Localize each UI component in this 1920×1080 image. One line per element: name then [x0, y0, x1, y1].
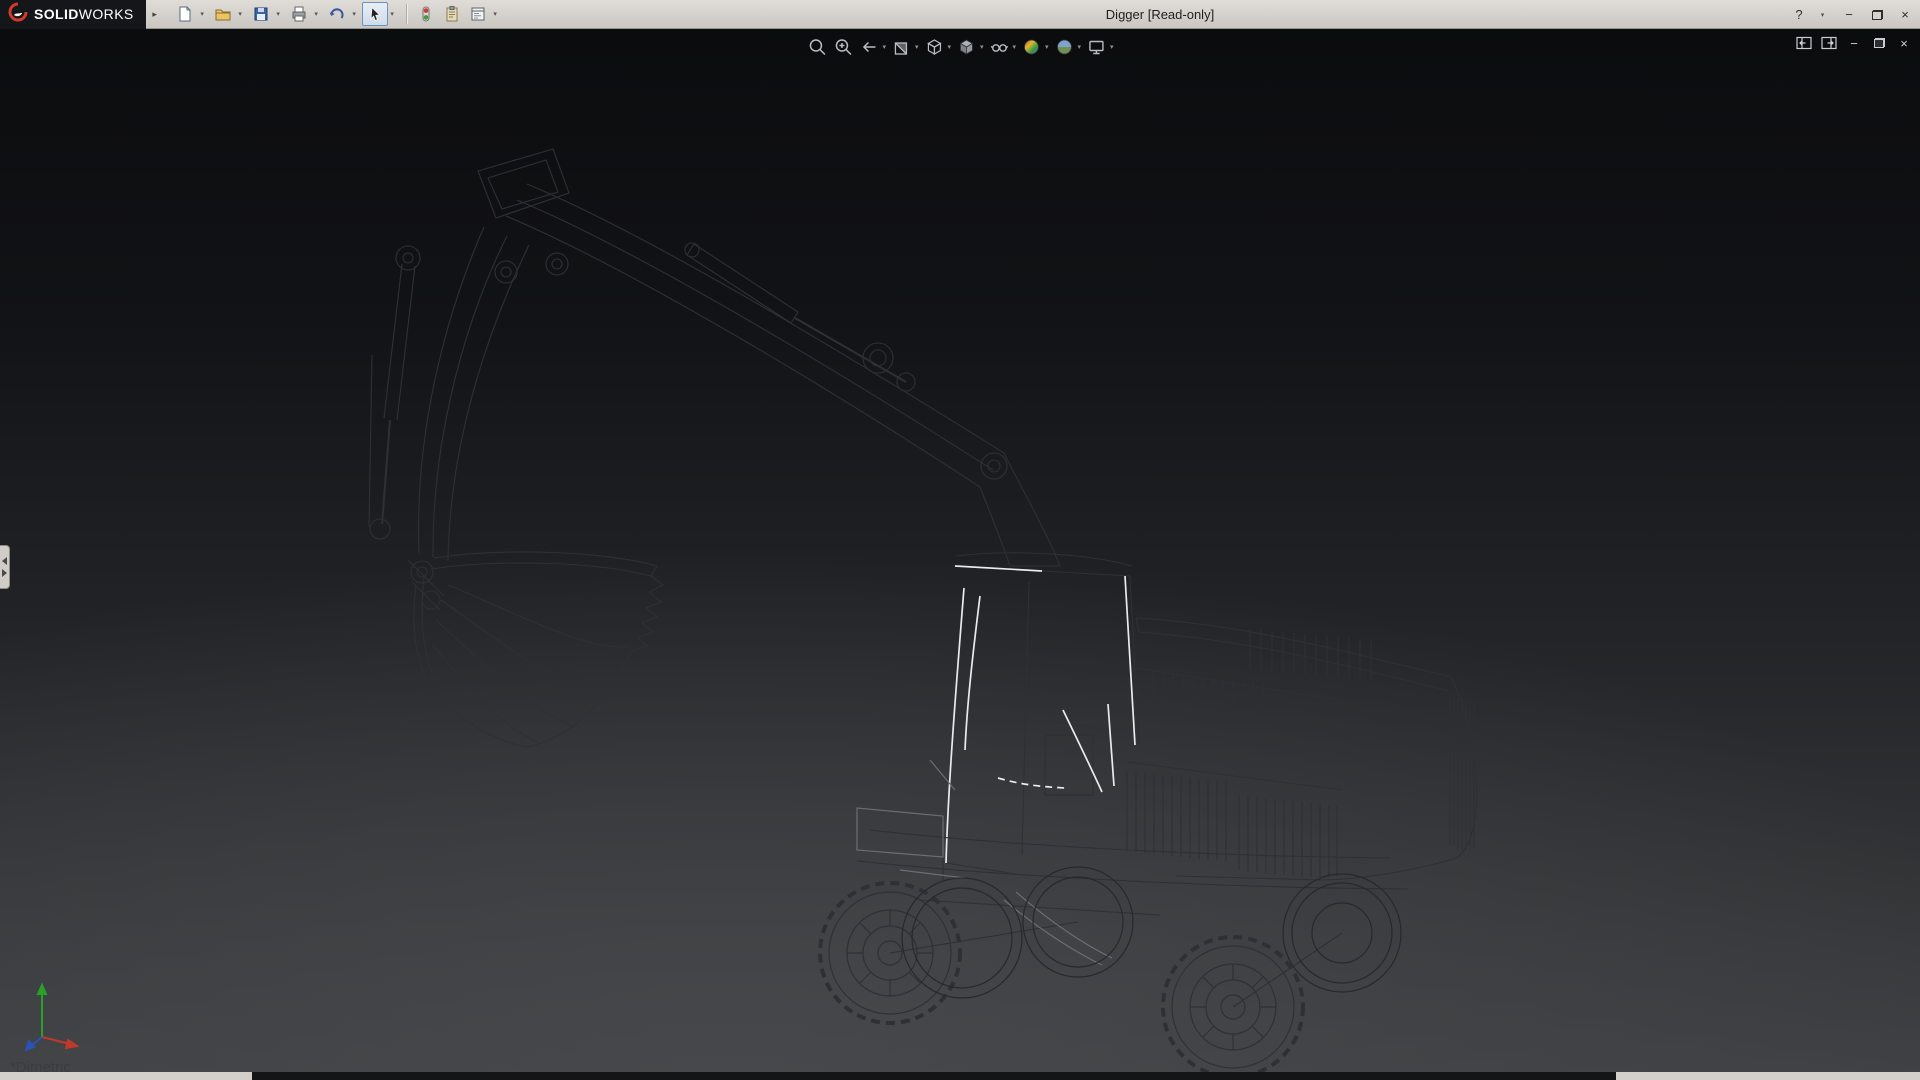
open-dropdown-caret[interactable]: ▾ — [236, 10, 245, 18]
cab — [946, 553, 1139, 874]
open-button[interactable] — [210, 2, 236, 26]
orientation-triad — [22, 979, 84, 1056]
options-dropdown-caret[interactable]: ▾ — [491, 10, 500, 18]
zoom-to-fit-icon[interactable] — [804, 34, 829, 59]
graphics-viewport[interactable]: ▾ ▾ ▾ ▾ ▾ ▾ ▾ ▾ — [0, 29, 1920, 1072]
ds-logo-icon — [8, 2, 28, 27]
y-axis — [38, 985, 46, 1037]
app-close-button[interactable]: × — [1896, 5, 1914, 25]
toolbar-flyout-arrow[interactable]: ▸ — [148, 3, 162, 25]
x-axis — [42, 1037, 77, 1048]
new-document-button[interactable] — [172, 2, 198, 26]
wheel-front-right — [1163, 937, 1303, 1072]
section-view-caret[interactable]: ▾ — [915, 43, 919, 51]
wheel-inner-left — [902, 878, 1022, 998]
apply-scene-caret[interactable]: ▾ — [1078, 43, 1082, 51]
digger-wireframe — [0, 29, 1920, 1072]
options-button[interactable] — [465, 2, 491, 26]
apply-scene-icon[interactable] — [1052, 34, 1077, 59]
standard-toolbar: ▾ ▾ ▾ ▾ ▾ ▾ ▾ — [172, 2, 503, 26]
app-window-controls: ? ▾ − × — [1790, 0, 1914, 29]
help-button[interactable]: ? — [1790, 5, 1808, 25]
app-minimize-button[interactable]: − — [1840, 5, 1858, 25]
help-dropdown-caret[interactable]: ▾ — [1818, 11, 1827, 19]
heads-up-toolbar: ▾ ▾ ▾ ▾ ▾ ▾ ▾ ▾ — [804, 34, 1115, 59]
expand-right-icon — [2, 569, 7, 577]
print-button[interactable] — [286, 2, 312, 26]
taskbar-strip — [0, 1072, 1920, 1080]
boom-arm — [478, 149, 1060, 566]
wheels — [820, 867, 1401, 1072]
wheel-rear-right — [1283, 874, 1401, 992]
save-dropdown-caret[interactable]: ▾ — [274, 10, 283, 18]
stick-arm — [369, 227, 529, 561]
z-axis — [26, 1037, 42, 1050]
document-window-controls: − × — [1796, 34, 1912, 52]
taskbar-dark-segment — [252, 1072, 1616, 1080]
panel-collapse-tab[interactable] — [0, 545, 10, 589]
cab-highlight-edges — [946, 566, 1135, 863]
edit-appearance-icon[interactable] — [1019, 34, 1044, 59]
hide-show-items-caret[interactable]: ▾ — [1013, 43, 1017, 51]
doc-minimize-button[interactable]: − — [1846, 34, 1862, 52]
hide-show-items-icon[interactable] — [987, 34, 1012, 59]
wheel-front-left — [820, 883, 960, 1023]
section-view-icon[interactable] — [889, 34, 914, 59]
chassis-light-edges — [857, 760, 1112, 965]
pane-left-icon[interactable] — [1796, 34, 1812, 52]
view-settings-caret[interactable]: ▾ — [1110, 43, 1114, 51]
pane-right-icon[interactable] — [1821, 34, 1837, 52]
document-title: Digger [Read-only] — [1010, 7, 1310, 22]
file-properties-button[interactable] — [439, 2, 465, 26]
solidworks-window: SOLIDWORKS ▸ ▾ ▾ ▾ ▾ ▾ ▾ — [0, 0, 1920, 1080]
rebuild-button[interactable] — [413, 2, 439, 26]
restore-icon — [1872, 10, 1883, 20]
undo-dropdown-caret[interactable]: ▾ — [350, 10, 359, 18]
view-settings-icon[interactable] — [1084, 34, 1109, 59]
toolbar-separator — [406, 4, 407, 24]
print-dropdown-caret[interactable]: ▾ — [312, 10, 321, 18]
select-dropdown-caret[interactable]: ▾ — [388, 10, 397, 18]
engine-housing — [1127, 618, 1477, 880]
undo-button[interactable] — [324, 2, 350, 26]
doc-restore-icon — [1874, 38, 1885, 48]
collapse-left-icon — [2, 557, 7, 565]
view-orientation-icon[interactable] — [921, 34, 946, 59]
new-dropdown-caret[interactable]: ▾ — [198, 10, 207, 18]
wheel-rear-left — [1023, 867, 1133, 977]
app-restore-button[interactable] — [1868, 5, 1886, 25]
display-style-icon[interactable] — [954, 34, 979, 59]
view-orientation-label: *Dimetric — [10, 1059, 71, 1072]
edit-appearance-caret[interactable]: ▾ — [1045, 43, 1049, 51]
zoom-to-area-icon[interactable] — [830, 34, 855, 59]
doc-close-button[interactable]: × — [1896, 34, 1912, 52]
display-style-caret[interactable]: ▾ — [980, 43, 984, 51]
view-orientation-caret[interactable]: ▾ — [947, 43, 951, 51]
save-button[interactable] — [248, 2, 274, 26]
previous-view-icon[interactable] — [856, 34, 881, 59]
select-button[interactable] — [362, 2, 388, 26]
chassis — [857, 830, 1408, 1007]
previous-view-caret[interactable]: ▾ — [882, 43, 886, 51]
solidworks-logo: SOLIDWORKS — [0, 0, 146, 29]
doc-restore-button[interactable] — [1871, 34, 1887, 52]
menu-bar: SOLIDWORKS ▸ ▾ ▾ ▾ ▾ ▾ ▾ — [0, 0, 1920, 29]
bucket — [408, 552, 663, 747]
brand-text: SOLIDWORKS — [34, 6, 134, 22]
